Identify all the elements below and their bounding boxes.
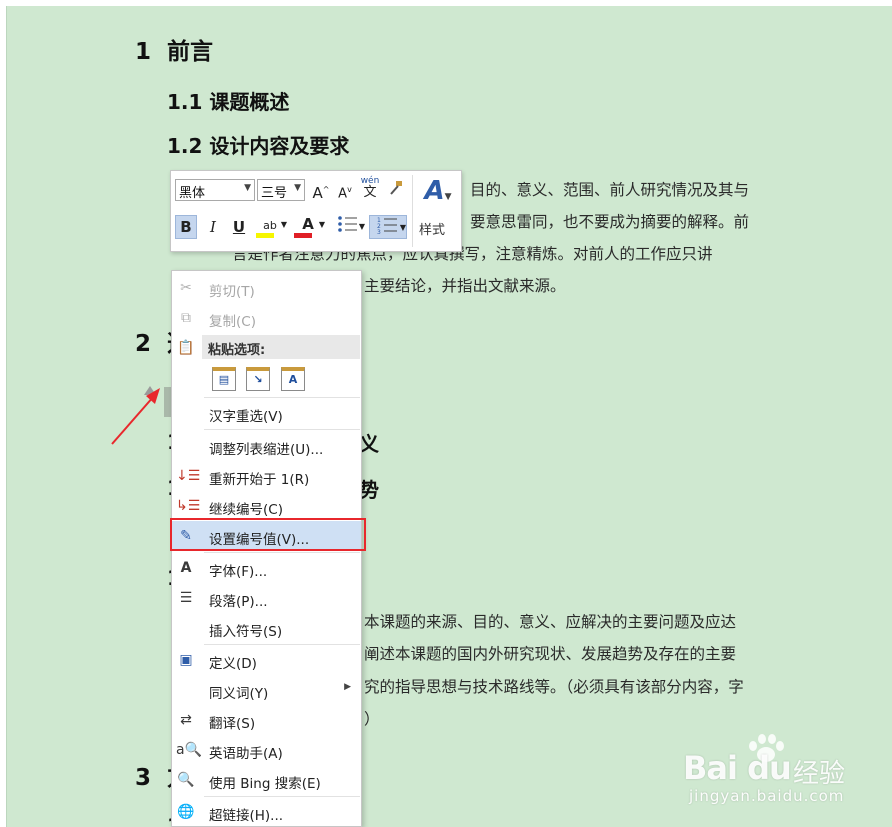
- italic-button[interactable]: I: [203, 216, 223, 240]
- heading-overview: 1.1 课题概述: [167, 90, 290, 114]
- menu-item-hyperlink[interactable]: 🌐 超链接(H)...: [172, 797, 361, 827]
- search-icon: 🔍: [177, 772, 195, 788]
- menu-item-english-assistant[interactable]: a🔍 英语助手(A): [172, 735, 361, 765]
- menu-item-adjust-indent[interactable]: 调整列表缩进(U)...: [172, 431, 361, 461]
- menu-item-bing-search[interactable]: 🔍 使用 Bing 搜索(E): [172, 765, 361, 795]
- annotation-arrow-icon: [111, 388, 160, 445]
- numbering-icon[interactable]: 123 ▼: [369, 215, 407, 239]
- chevron-right-icon: ▶: [344, 682, 351, 692]
- body-text-line: 阐述本课题的国内外研究现状、发展趋势及存在的主要: [364, 645, 737, 663]
- heading-preface: 1 前言: [135, 39, 213, 65]
- menu-item-translate[interactable]: ⇄ 翻译(S): [172, 705, 361, 735]
- grow-font-button[interactable]: A^: [311, 179, 331, 203]
- toolbar-divider: [412, 175, 413, 247]
- heading-fragment: 势: [359, 478, 379, 502]
- phonetic-guide-button[interactable]: wén 文: [359, 175, 381, 199]
- shrink-font-button[interactable]: Av: [335, 179, 355, 203]
- body-text-line: 目的、意义、范围、前人研究情况及其与: [470, 181, 750, 199]
- menu-item-paragraph[interactable]: ☰ 段落(P)...: [172, 583, 361, 613]
- styles-label: 样式: [419, 223, 446, 238]
- paste-merge-format-icon[interactable]: ↘: [246, 367, 270, 391]
- paste-options-header: 粘贴选项:: [202, 335, 360, 359]
- bold-button[interactable]: B: [175, 215, 197, 239]
- dictionary-icon: ▣: [179, 652, 193, 668]
- format-painter-icon[interactable]: [385, 179, 407, 203]
- menu-item-insert-symbol[interactable]: 插入符号(S): [172, 613, 361, 643]
- menu-item-reconvert[interactable]: 汉字重选(V): [172, 398, 361, 428]
- copy-icon: ⧉: [181, 310, 191, 326]
- font-name-combo[interactable]: 黑体 ▼: [175, 179, 255, 201]
- menu-item-copy[interactable]: ⧉ 复制(C): [172, 303, 361, 333]
- paste-text-only-icon[interactable]: A: [281, 367, 305, 391]
- hyperlink-icon: 🌐: [177, 804, 195, 820]
- watermark-cn: 经验: [793, 759, 846, 789]
- watermark-url: jingyan.baidu.com: [689, 787, 845, 805]
- heading-fragment: 义: [359, 432, 379, 456]
- chevron-down-icon: ▼: [244, 183, 251, 193]
- annotation-highlight-box: [170, 518, 366, 551]
- clipboard-icon: 📋: [177, 340, 195, 356]
- font-size-combo[interactable]: 三号 ▼: [257, 179, 305, 201]
- menu-item-font[interactable]: A 字体(F)...: [172, 553, 361, 583]
- menu-item-synonyms[interactable]: 同义词(Y) ▶: [172, 675, 361, 705]
- font-icon: A: [180, 560, 192, 576]
- english-assistant-icon: a🔍: [176, 742, 203, 758]
- body-text-line: 究的指导思想与技术路线等。（必须具有该部分内容，字: [364, 678, 744, 696]
- mini-toolbar: 黑体 ▼ 三号 ▼ A^ Av wén 文 A▼ 样式 B I U ab ▼ A ▼…: [170, 170, 462, 252]
- body-text-line: ）: [364, 710, 380, 728]
- svg-text:3: 3: [377, 229, 381, 234]
- body-text-line: 本课题的来源、目的、意义、应解决的主要问题及应达: [364, 613, 737, 631]
- font-color-button[interactable]: A ▼: [291, 213, 325, 238]
- watermark-logo: Bai du: [683, 749, 792, 787]
- paste-keep-format-icon[interactable]: ▤: [212, 367, 236, 391]
- heading-design: 1.2 设计内容及要求: [167, 134, 350, 158]
- scissors-icon: ✂: [180, 280, 192, 296]
- continue-numbering-icon: ↳☰: [176, 498, 201, 514]
- menu-item-define[interactable]: ▣ 定义(D): [172, 645, 361, 675]
- underline-button[interactable]: U: [229, 216, 249, 240]
- translate-icon: ⇄: [180, 712, 192, 728]
- baidu-watermark: Bai du 经验 jingyan.baidu.com: [683, 734, 863, 815]
- body-text-line: 主要结论，并指出文献来源。: [364, 277, 566, 295]
- highlight-color-button[interactable]: ab ▼: [253, 213, 287, 238]
- chevron-down-icon: ▼: [294, 183, 301, 193]
- menu-item-continue-numbering[interactable]: ↳☰ 继续编号(C): [172, 491, 361, 521]
- styles-button[interactable]: A▼: [419, 175, 457, 209]
- paragraph-icon: ☰: [179, 590, 193, 606]
- menu-item-cut[interactable]: ✂ 剪切(T): [172, 273, 361, 303]
- body-text-line: 要意思雷同，也不要成为摘要的解释。前: [470, 213, 750, 231]
- restart-numbering-icon: ↓☰: [176, 468, 201, 484]
- menu-item-restart-at[interactable]: ↓☰ 重新开始于 1(R): [172, 461, 361, 491]
- bullets-icon[interactable]: ▼: [331, 215, 365, 239]
